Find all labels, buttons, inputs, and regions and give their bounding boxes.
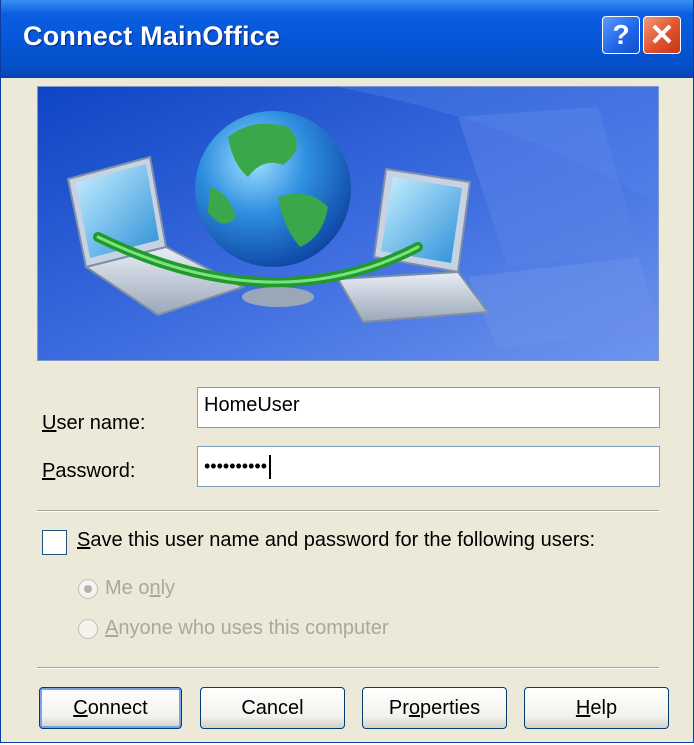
window-title: Connect MainOffice [23, 21, 281, 51]
radio-me-only-label[interactable]: Me only [105, 577, 175, 600]
separator-bottom [37, 667, 659, 669]
radio-selected-dot [84, 585, 92, 593]
connect-button[interactable]: Connect [39, 687, 182, 729]
radio-anyone[interactable] [78, 619, 98, 639]
password-label: Password: [42, 460, 136, 482]
separator-top [37, 510, 659, 512]
password-field[interactable]: •••••••••• [197, 446, 660, 487]
username-field[interactable]: HomeUser [197, 387, 660, 428]
properties-button[interactable]: Pr o perties [362, 687, 507, 729]
save-credentials-label[interactable]: Save this user name and password for the… [77, 529, 595, 552]
radio-me-only[interactable] [78, 579, 98, 599]
radio-anyone-label[interactable]: Anyone who uses this computer [105, 617, 389, 640]
close-icon[interactable]: ✕ [643, 16, 681, 54]
save-credentials-checkbox[interactable] [42, 530, 67, 555]
username-value: HomeUser [204, 394, 300, 416]
text-caret [269, 455, 272, 479]
help-button[interactable]: Help [524, 687, 669, 729]
title-bar[interactable]: Connect MainOffice ? ✕ [1, 0, 693, 78]
cancel-button[interactable]: Cancel [200, 687, 345, 729]
network-connection-illustration [37, 86, 659, 361]
help-icon[interactable]: ? [602, 16, 640, 54]
username-label: User name: [42, 412, 146, 434]
password-value: •••••••••• [204, 455, 268, 476]
dialog-window: Connect MainOffice ? ✕ User name: HomeUs… [0, 0, 694, 743]
